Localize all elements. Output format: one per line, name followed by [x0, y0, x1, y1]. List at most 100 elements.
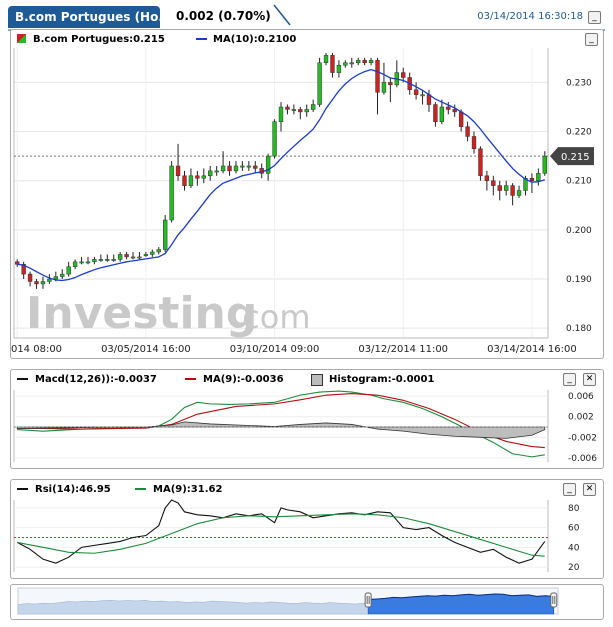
candle-down [452, 109, 457, 113]
candle-up [47, 278, 52, 282]
candle-down [253, 165, 258, 169]
candle-up [150, 251, 155, 255]
candle-down [471, 136, 477, 150]
macd-chart[interactable]: 0.006 0.002 -0.002 -0.006 [10, 388, 602, 466]
candle-up [214, 170, 219, 173]
candle-up [420, 94, 425, 97]
legend-macd-swatch [17, 374, 33, 385]
candle-up [111, 259, 116, 261]
legend-ma-swatch [196, 34, 212, 45]
instrument-tab-title: B.com Portugues (Ho... [15, 10, 173, 24]
candle-up [163, 219, 168, 250]
candle-up [272, 121, 277, 157]
candle-down [458, 111, 464, 127]
candle-down [465, 126, 470, 137]
candle-up [66, 266, 71, 275]
macd-close-button[interactable]: ✕ [583, 373, 596, 386]
candle-down [529, 178, 535, 181]
legend-ma: MA(10):0.2100 [213, 34, 297, 45]
candle-up [137, 256, 142, 259]
candle-up [381, 82, 387, 93]
price-panel-minimize-button[interactable]: _ [585, 33, 598, 46]
candle-up [60, 273, 65, 277]
candle-down [34, 281, 39, 285]
rsi-y-tick-label: 40 [568, 543, 580, 553]
price-chart[interactable]: 0.180 0.190 0.200 0.210 0.220 0.230 03/03/2014… [10, 48, 602, 356]
candle-up [85, 261, 91, 264]
legend-rsi: Rsi(14):46.95 [35, 484, 111, 495]
legend-rsi-ma-swatch [135, 484, 151, 495]
candle-up [40, 281, 46, 285]
candle-up [92, 259, 97, 263]
macd-y-tick-label: 0.002 [568, 413, 594, 423]
rsi-y-tick-label: 20 [568, 563, 580, 573]
rsi-minimize-button[interactable]: _ [563, 483, 576, 496]
top-bar: B.com Portugues (Ho... 0.002 (0.70%) 03/… [0, 0, 613, 31]
candle-up [240, 165, 245, 168]
candle-up [117, 254, 123, 260]
candle-up [291, 109, 297, 111]
candle-down [182, 175, 187, 186]
candle-down [27, 273, 33, 282]
window-minimize-button[interactable]: _ [588, 11, 601, 24]
macd-minimize-button[interactable]: _ [563, 373, 576, 386]
price-y-tick-label: 0.200 [566, 226, 592, 236]
navigator-left-handle[interactable] [364, 592, 372, 608]
instrument-tab[interactable]: B.com Portugues (Ho... [8, 6, 172, 28]
candle-down [285, 106, 290, 110]
candle-down [375, 60, 380, 93]
price-x-tick-label: 03/12/2014 11:00 [358, 344, 448, 355]
macd-line [17, 390, 545, 458]
candle-down [484, 175, 490, 181]
candle-down [175, 165, 181, 177]
candle-down [510, 185, 515, 196]
candle-up [317, 62, 322, 105]
rsi-close-button[interactable]: ✕ [583, 483, 596, 496]
navigator-chart[interactable] [10, 584, 602, 618]
rsi-line [16, 499, 546, 564]
candle-down [195, 175, 200, 179]
legend-rsi-swatch [17, 484, 33, 495]
navigator-right-handle[interactable] [550, 592, 558, 608]
candle-up [368, 60, 374, 63]
candle-up [143, 254, 149, 256]
candle-down [330, 55, 335, 73]
candle-down [362, 60, 367, 63]
macd-signal-line [17, 393, 545, 449]
price-y-tick-label: 0.210 [566, 177, 592, 187]
candle-down [478, 148, 483, 177]
candle-down [491, 180, 496, 186]
tab-divider [273, 4, 291, 26]
last-price-badge: 0.215 [550, 147, 594, 166]
price-change: 0.002 (0.70%) [176, 9, 271, 23]
candle-up [323, 55, 329, 63]
candle-down [298, 109, 303, 113]
histogram-swatch-icon [311, 374, 323, 386]
candle-up [542, 155, 547, 174]
candle-up [188, 175, 194, 186]
macd-y-tick-label: -0.002 [568, 433, 597, 443]
rsi-chart[interactable]: 80 60 40 20 [10, 498, 602, 576]
rsi-y-tick-label: 80 [568, 504, 580, 514]
legend-symbol: B.com Portugues:0.215 [33, 34, 165, 45]
price-y-tick-label: 0.180 [566, 324, 592, 334]
candle-up [356, 60, 361, 63]
candle-up [349, 62, 354, 65]
rsi-y-tick-label: 60 [568, 524, 580, 534]
candle-down [413, 89, 419, 95]
candle-up [304, 109, 309, 113]
candle-up [169, 165, 174, 221]
watermark-investing: Investing [26, 288, 257, 339]
candle-down [401, 72, 406, 78]
candle-up [343, 62, 348, 66]
candle-down [433, 104, 438, 122]
candle-down [446, 106, 451, 110]
legend-macd: Macd(12,26)):-0.0037 [35, 374, 157, 385]
candle-up [246, 165, 252, 168]
macd-legend: Macd(12,26)):-0.0037 MA(9):-0.0036 Histo… [11, 370, 603, 388]
candle-down [227, 165, 232, 172]
price-x-tick-label: 03/05/2014 16:00 [101, 344, 191, 355]
candle-down [124, 254, 129, 258]
candle-up [336, 64, 342, 73]
candle-up [72, 261, 78, 267]
